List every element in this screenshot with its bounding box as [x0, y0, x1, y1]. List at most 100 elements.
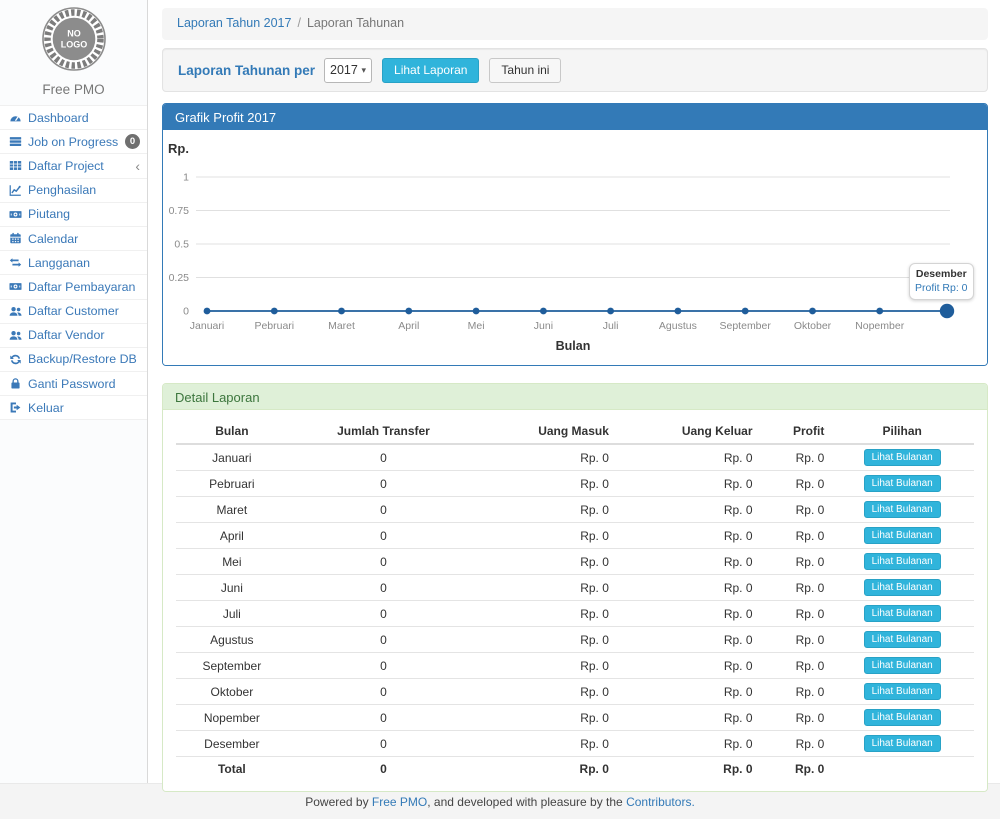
total-cell: Rp. 0: [615, 757, 759, 781]
cell: 0: [288, 705, 480, 731]
sidebar-item-daftar-pembayaran[interactable]: Daftar Pembayaran: [0, 275, 147, 299]
sidebar-menu: Dashboard Job on Progress0Daftar Project‹…: [0, 105, 147, 420]
cell: Rp. 0: [479, 679, 615, 705]
sidebar-item-daftar-vendor[interactable]: Daftar Vendor: [0, 324, 147, 348]
svg-text:Juni: Juni: [534, 320, 553, 332]
cell: Rp. 0: [615, 627, 759, 653]
table-row: Pebruari0Rp. 0Rp. 0Rp. 0Lihat Bulanan: [176, 471, 974, 497]
cell: Maret: [176, 497, 288, 523]
svg-text:Pebruari: Pebruari: [254, 320, 294, 332]
app-window: NO LOGO Free PMO Dashboard Job on Progres…: [0, 0, 1000, 783]
svg-text:September: September: [720, 320, 772, 332]
no-logo-badge: NO LOGO: [41, 6, 107, 72]
cell: 0: [288, 679, 480, 705]
cell: Rp. 0: [759, 653, 831, 679]
lihat-bulanan-button[interactable]: Lihat Bulanan: [864, 527, 941, 544]
lihat-bulanan-button[interactable]: Lihat Bulanan: [864, 631, 941, 648]
logo-text-line1: NO: [67, 29, 81, 39]
footer-link-free-pmo[interactable]: Free PMO: [372, 795, 427, 809]
sidebar-item-label: Daftar Pembayaran: [28, 280, 135, 294]
cell: Oktober: [176, 679, 288, 705]
money-icon: [7, 280, 24, 293]
total-cell: Rp. 0: [759, 757, 831, 781]
breadcrumb-link-laporan-tahun[interactable]: Laporan Tahun 2017: [177, 16, 291, 30]
svg-text:Agustus: Agustus: [659, 320, 697, 332]
total-cell: Total: [176, 757, 288, 781]
sidebar-item-langganan[interactable]: Langganan: [0, 251, 147, 275]
lihat-bulanan-button[interactable]: Lihat Bulanan: [864, 735, 941, 752]
sidebar-item-label: Dashboard: [28, 111, 89, 125]
svg-text:Juli: Juli: [603, 320, 619, 332]
sidebar-item-piutang[interactable]: Piutang: [0, 203, 147, 227]
sidebar-item-backup-restore-db[interactable]: Backup/Restore DB: [0, 348, 147, 372]
cell: Rp. 0: [479, 549, 615, 575]
cell: Rp. 0: [479, 601, 615, 627]
profit-chart-panel: Grafik Profit 2017 Rp.10.750.50.250Janua…: [162, 103, 988, 366]
sidebar-item-ganti-password[interactable]: Ganti Password: [0, 372, 147, 396]
lihat-bulanan-button[interactable]: Lihat Bulanan: [864, 579, 941, 596]
cell: Rp. 0: [479, 705, 615, 731]
cell: Rp. 0: [615, 471, 759, 497]
tooltip-value: Profit Rp: 0: [915, 282, 968, 294]
filter-label: Laporan Tahunan per: [178, 63, 315, 78]
lihat-bulanan-button[interactable]: Lihat Bulanan: [864, 683, 941, 700]
cell: April: [176, 523, 288, 549]
footer-link-contributors[interactable]: Contributors.: [626, 795, 695, 809]
footer-text: Powered by Free PMO, and developed with …: [305, 795, 695, 809]
profit-chart-body: Rp.10.750.50.250JanuariPebruariMaretApri…: [163, 130, 987, 365]
brand-name: Free PMO: [0, 82, 147, 97]
svg-text:1: 1: [183, 172, 189, 184]
lihat-bulanan-button[interactable]: Lihat Bulanan: [864, 501, 941, 518]
dashboard-icon: [7, 111, 24, 124]
lock-icon: [7, 377, 24, 390]
cell: Rp. 0: [479, 627, 615, 653]
sidebar-item-keluar[interactable]: Keluar: [0, 396, 147, 420]
table-total-row: Total0Rp. 0Rp. 0Rp. 0: [176, 757, 974, 781]
lihat-bulanan-button[interactable]: Lihat Bulanan: [864, 553, 941, 570]
cell: September: [176, 653, 288, 679]
lihat-bulanan-button[interactable]: Lihat Bulanan: [864, 657, 941, 674]
cell: Desember: [176, 731, 288, 757]
detail-laporan-body: Bulan Jumlah Transfer Uang Masuk Uang Ke…: [163, 410, 987, 791]
table-row: April0Rp. 0Rp. 0Rp. 0Lihat Bulanan: [176, 523, 974, 549]
calendar-icon: [7, 232, 24, 245]
table-icon: [7, 159, 24, 172]
year-select[interactable]: 2017 ▾: [324, 58, 372, 83]
caret-down-icon: ▾: [361, 65, 366, 76]
sidebar-item-calendar[interactable]: Calendar: [0, 227, 147, 251]
lihat-bulanan-button[interactable]: Lihat Bulanan: [864, 449, 941, 466]
cell: Rp. 0: [759, 731, 831, 757]
total-cell: 0: [288, 757, 480, 781]
sidebar-item-job-on-progress[interactable]: Job on Progress0: [0, 130, 147, 154]
cell: 0: [288, 549, 480, 575]
cell: Agustus: [176, 627, 288, 653]
sidebar-item-label: Ganti Password: [28, 377, 115, 391]
sidebar-item-dashboard[interactable]: Dashboard: [0, 106, 147, 130]
sidebar-item-label: Keluar: [28, 401, 64, 415]
sidebar-item-penghasilan[interactable]: Penghasilan: [0, 179, 147, 203]
cell: Rp. 0: [615, 731, 759, 757]
svg-text:0.75: 0.75: [169, 205, 190, 217]
sidebar-item-label: Job on Progress: [28, 135, 118, 149]
total-cell: Rp. 0: [479, 757, 615, 781]
breadcrumb: Laporan Tahun 2017/Laporan Tahunan: [162, 8, 988, 40]
cell: 0: [288, 575, 480, 601]
svg-text:0: 0: [183, 306, 189, 318]
cell: Rp. 0: [615, 679, 759, 705]
svg-text:Oktober: Oktober: [794, 320, 832, 332]
chart-line-icon: [7, 184, 24, 197]
lihat-bulanan-button[interactable]: Lihat Bulanan: [864, 605, 941, 622]
table-row: Agustus0Rp. 0Rp. 0Rp. 0Lihat Bulanan: [176, 627, 974, 653]
sidebar-item-daftar-project[interactable]: Daftar Project‹: [0, 154, 147, 178]
cell: Juni: [176, 575, 288, 601]
table-row: Mei0Rp. 0Rp. 0Rp. 0Lihat Bulanan: [176, 549, 974, 575]
sidebar-item-daftar-customer[interactable]: Daftar Customer: [0, 300, 147, 324]
cell: Rp. 0: [759, 497, 831, 523]
lihat-bulanan-button[interactable]: Lihat Bulanan: [864, 475, 941, 492]
lihat-bulanan-button[interactable]: Lihat Bulanan: [864, 709, 941, 726]
tahun-ini-button[interactable]: Tahun ini: [489, 58, 561, 83]
tooltip-title: Desember: [915, 268, 968, 280]
sidebar-item-label: Backup/Restore DB: [28, 352, 137, 366]
cell: Juli: [176, 601, 288, 627]
lihat-laporan-button[interactable]: Lihat Laporan: [382, 58, 479, 83]
